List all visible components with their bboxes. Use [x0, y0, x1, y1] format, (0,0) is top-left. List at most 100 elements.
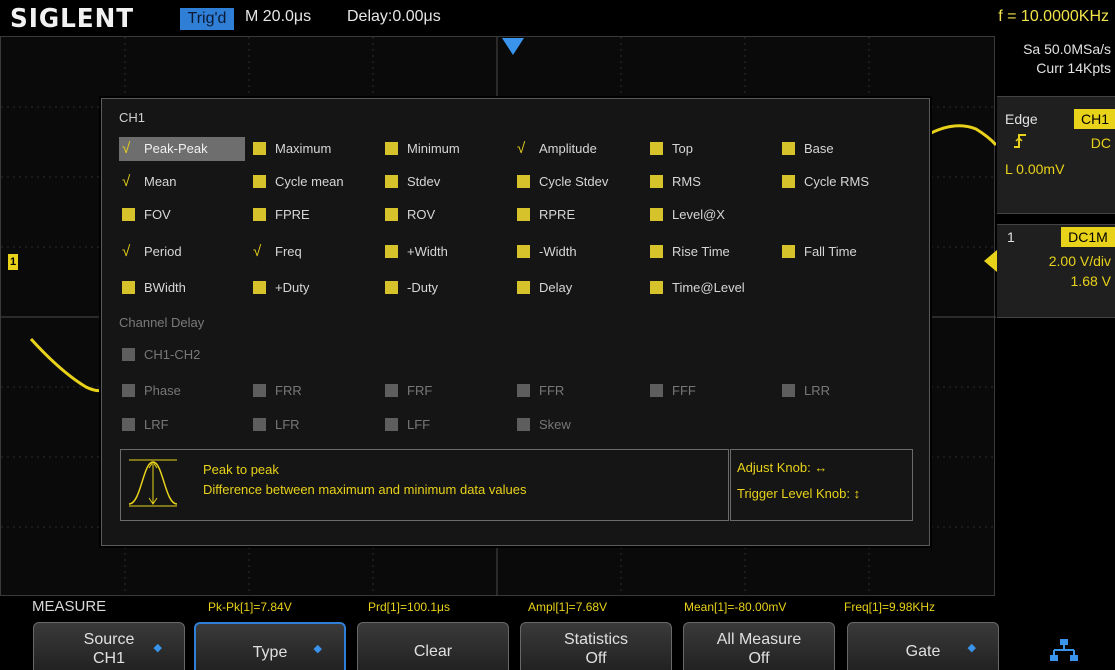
sample-rate: Sa 50.0MSa/s — [1023, 41, 1111, 57]
ch1-waveform-left — [29, 337, 103, 393]
measure-option-label: LFF — [407, 417, 431, 432]
checkbox-icon — [517, 245, 530, 258]
measure-menu-label: MEASURE — [32, 598, 107, 615]
measurement-value: Freq[1]=9.98KHz — [844, 600, 936, 614]
softkey-label: Statistics — [563, 631, 628, 648]
measure-option-fov[interactable]: FOV — [119, 203, 171, 227]
measure-option-label: RPRE — [539, 207, 576, 222]
channel-number: 1 — [1007, 229, 1015, 245]
measure-option-label: Delay — [539, 280, 573, 295]
checkbox-icon — [122, 281, 135, 294]
rising-edge-icon — [1013, 133, 1027, 154]
measurement-value: Mean[1]=-80.00mV — [684, 600, 787, 614]
measure-option-ffr: FFR — [514, 379, 564, 403]
channel1-info[interactable]: 1 DC1M 2.00 V/div 1.68 V — [997, 224, 1115, 318]
check-icon: √ — [517, 140, 526, 157]
measure-option-stdev[interactable]: Stdev — [382, 170, 440, 194]
measure-option-frf: FRF — [382, 379, 432, 403]
delay-readout: Delay:0.00μs — [347, 8, 441, 25]
measure-option-label: LRR — [804, 383, 831, 398]
submenu-arrow-icon: ◆ — [313, 643, 322, 655]
checkbox-icon — [385, 281, 398, 294]
measure-option-label: FOV — [144, 207, 171, 222]
checkbox-icon — [650, 384, 663, 397]
check-icon: √ — [122, 243, 131, 260]
measure-option-rpre[interactable]: RPRE — [514, 203, 575, 227]
trigger-info: Edge CH1 DC L 0.00mV — [997, 96, 1115, 214]
measure-option-cycle-rms[interactable]: Cycle RMS — [779, 170, 869, 194]
submenu-arrow-icon: ◆ — [153, 642, 162, 654]
softkey-type[interactable]: Type ◆ — [194, 622, 346, 670]
softkey-gate[interactable]: Gate ◆ — [847, 622, 999, 670]
measure-option-rms[interactable]: RMS — [647, 170, 701, 194]
measure-option-fall-time[interactable]: Fall Time — [779, 240, 857, 264]
measure-option-freq[interactable]: √ Freq — [250, 240, 302, 264]
measure-option-label: LFR — [275, 417, 300, 432]
measure-option-peak-peak[interactable]: √ Peak-Peak — [119, 137, 245, 161]
measure-option-mean[interactable]: √ Mean — [119, 170, 177, 194]
softkey-label: Clear — [413, 643, 453, 660]
measurement-value: Ampl[1]=7.68V — [528, 600, 608, 614]
measure-option-label: Period — [144, 244, 182, 259]
measure-option-lrr: LRR — [779, 379, 830, 403]
measure-option-level-x[interactable]: Level@X — [647, 203, 725, 227]
measure-option-base[interactable]: Base — [779, 137, 834, 161]
measure-option-cycle-mean[interactable]: Cycle mean — [250, 170, 344, 194]
measure-option-label: BWidth — [144, 280, 186, 295]
measure-option-top[interactable]: Top — [647, 137, 693, 161]
measure-option-maximum[interactable]: Maximum — [250, 137, 331, 161]
trigger-type: Edge — [1005, 111, 1038, 127]
checkbox-icon — [122, 208, 135, 221]
checkbox-icon — [517, 175, 530, 188]
adjust-knob-hint: Adjust Knob: ↔ — [737, 460, 828, 475]
trigger-level: L 0.00mV — [1005, 161, 1065, 177]
description-text: Difference between maximum and minimum d… — [203, 482, 527, 497]
checkbox-icon — [517, 208, 530, 221]
check-icon: √ — [253, 243, 262, 260]
softkey-source[interactable]: Source CH1 ◆ — [33, 622, 185, 670]
measure-option-minimum[interactable]: Minimum — [382, 137, 460, 161]
checkbox-icon — [122, 348, 135, 361]
measure-option-label: FRF — [407, 383, 433, 398]
checkbox-icon — [253, 384, 266, 397]
softkey-statistics[interactable]: Statistics Off — [520, 622, 672, 670]
measure-option-label: Skew — [539, 417, 571, 432]
measure-option-delay[interactable]: Delay — [514, 276, 572, 300]
measure-option-label: Cycle mean — [275, 174, 344, 189]
checkbox-icon — [253, 418, 266, 431]
measure-option-duty[interactable]: +Duty — [250, 276, 309, 300]
measure-option-amplitude[interactable]: √ Amplitude — [514, 137, 597, 161]
measure-option-label: Time@Level — [672, 280, 745, 295]
measure-option-label: Minimum — [407, 141, 460, 156]
measure-option-label: CH1-CH2 — [144, 347, 201, 362]
measure-option-time-level[interactable]: Time@Level — [647, 276, 745, 300]
measure-option-label: Level@X — [672, 207, 725, 222]
checkbox-icon — [782, 245, 795, 258]
measure-option-skew: Skew — [514, 413, 571, 437]
measure-option-rise-time[interactable]: Rise Time — [647, 240, 730, 264]
measure-option-cycle-stdev[interactable]: Cycle Stdev — [514, 170, 608, 194]
measure-option-lfr: LFR — [250, 413, 300, 437]
measure-option-rov[interactable]: ROV — [382, 203, 435, 227]
measure-option-label: Top — [672, 141, 693, 156]
trigger-source-badge: CH1 — [1074, 109, 1115, 129]
measure-option-label: -Width — [539, 244, 577, 259]
ch1-waveform-right — [930, 124, 996, 147]
trigger-level-knob-hint: Trigger Level Knob: ↕ — [737, 486, 861, 501]
measure-option-label: Base — [804, 141, 834, 156]
measure-option-bwidth[interactable]: BWidth — [119, 276, 186, 300]
measure-option-label: FPRE — [275, 207, 310, 222]
checkbox-icon — [385, 245, 398, 258]
measure-option-duty[interactable]: -Duty — [382, 276, 438, 300]
measure-option-period[interactable]: √ Period — [119, 240, 182, 264]
measure-option-label: RMS — [672, 174, 701, 189]
network-icon — [1050, 636, 1078, 664]
measure-option-label: -Duty — [407, 280, 439, 295]
measure-option-fpre[interactable]: FPRE — [250, 203, 310, 227]
measure-option-width[interactable]: -Width — [514, 240, 577, 264]
softkey-all-measure[interactable]: All Measure Off — [683, 622, 835, 670]
measure-option-width[interactable]: +Width — [382, 240, 448, 264]
trigger-level-marker — [984, 250, 997, 272]
measure-option-frr: FRR — [250, 379, 302, 403]
softkey-clear[interactable]: Clear — [357, 622, 509, 670]
